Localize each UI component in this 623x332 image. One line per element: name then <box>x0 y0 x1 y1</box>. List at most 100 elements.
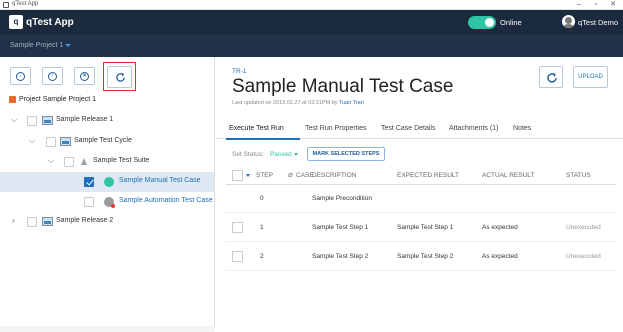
test-case-icon <box>104 177 114 187</box>
step-description: Sample Precondition <box>312 195 372 202</box>
app-header: q qTest App Online qTest Demo <box>0 10 623 35</box>
logo-mark: q <box>9 15 23 29</box>
upload-button[interactable]: UPLOAD <box>573 66 608 88</box>
test-run-id[interactable]: TR-1 <box>232 68 246 75</box>
download-icon: ↓ <box>16 72 25 81</box>
release-icon <box>42 217 53 226</box>
actual-result[interactable]: As expected <box>482 253 518 260</box>
tree-item-release-1[interactable]: ⌵ Sample Release 1 <box>0 111 214 131</box>
minimize-button[interactable]: – <box>573 0 585 9</box>
chevron-down-icon[interactable] <box>246 174 250 177</box>
project-selector[interactable]: Sample Project 1 <box>10 42 63 49</box>
tree-item-release-2[interactable]: › Sample Release 2 <box>0 212 214 232</box>
app-logo: q qTest App <box>9 15 74 29</box>
tree-checkbox[interactable] <box>64 157 74 167</box>
tree-item-label: Sample Release 1 <box>56 116 114 123</box>
tree-item-automation-test-case[interactable]: Sample Automation Test Case <box>0 192 214 212</box>
tree-checkbox[interactable] <box>27 217 37 227</box>
chevron-down-icon[interactable]: ⌵ <box>11 115 17 125</box>
tree-item-label: Sample Automation Test Case <box>119 197 213 204</box>
paperclip-icon: ⌀ <box>288 170 293 179</box>
refresh-button[interactable] <box>107 66 132 88</box>
chevron-down-icon[interactable]: ⌵ <box>29 136 35 146</box>
step-description: Sample Test Step 2 <box>312 253 369 260</box>
chevron-right-icon[interactable]: › <box>12 216 15 225</box>
tab-execute-test-run[interactable]: Execute Test Run <box>229 125 284 132</box>
detail-tabs: Execute Test Run Test Run Properties Tes… <box>216 119 623 139</box>
close-window-button[interactable]: ✕ <box>607 0 619 9</box>
tree-item-test-cycle[interactable]: ⌵ Sample Test Cycle <box>0 132 214 152</box>
page-title: Sample Manual Test Case <box>232 76 454 97</box>
expected-result: Sample Test Step 2 <box>397 253 454 260</box>
step-status[interactable]: Unexecuted <box>566 253 601 260</box>
column-header-status[interactable]: STATUS <box>566 172 591 179</box>
tree-item-label: Sample Test Cycle <box>74 137 132 144</box>
column-header-expected-result[interactable]: EXPECTED RESULT <box>397 172 459 179</box>
tree-checkbox[interactable] <box>46 137 56 147</box>
tree-item-label: Sample Manual Test Case <box>119 177 201 184</box>
chevron-down-icon[interactable] <box>294 153 298 156</box>
table-row[interactable]: 1 Sample Test Step 1 Sample Test Step 1 … <box>226 214 616 242</box>
column-header-actual-result[interactable]: ACTUAL RESULT <box>482 172 534 179</box>
actual-result[interactable]: As expected <box>482 224 518 231</box>
suite-icon <box>81 158 87 165</box>
tree-checkbox[interactable] <box>84 197 94 207</box>
column-header-description[interactable]: DESCRIPTION <box>312 172 356 179</box>
test-run-detail: TR-1 Sample Manual Test Case Last update… <box>216 57 623 332</box>
toggle-knob <box>485 18 494 27</box>
set-status-label: Set Status: <box>232 151 264 158</box>
window-title: qTest App <box>12 1 39 7</box>
table-row[interactable]: 0 Sample Precondition <box>226 185 616 213</box>
upload-results-button[interactable]: ↑ <box>42 67 63 85</box>
tree-item-test-suite[interactable]: ⌵ Sample Test Suite <box>0 152 214 172</box>
step-status[interactable]: Unexecuted <box>566 224 601 231</box>
tab-notes[interactable]: Notes <box>513 125 531 132</box>
app-icon <box>3 2 9 8</box>
chevron-down-icon[interactable]: ⌵ <box>48 156 54 166</box>
tree-checkbox[interactable] <box>27 116 37 126</box>
active-tab-indicator <box>226 138 300 140</box>
table-header: STEP ⌀ CASE DESCRIPTION EXPECTED RESULT … <box>226 166 616 185</box>
status-dropdown[interactable]: Passed <box>270 151 292 158</box>
project-root-label: Project Sample Project 1 <box>19 96 97 103</box>
project-root[interactable]: Project Sample Project 1 <box>9 96 96 103</box>
refresh-icon <box>116 72 125 82</box>
step-number: 1 <box>260 224 264 231</box>
tree-checkbox-checked[interactable] <box>84 177 94 187</box>
updated-by-link[interactable]: Tuan Tran <box>339 100 364 106</box>
user-name[interactable]: qTest Demo <box>578 18 618 27</box>
cycle-icon <box>60 137 71 146</box>
column-header-step[interactable]: STEP <box>256 172 273 179</box>
step-number: 2 <box>260 253 264 260</box>
refresh-test-run-button[interactable] <box>539 66 563 88</box>
window-titlebar: qTest App – ▫ ✕ <box>0 0 623 10</box>
mark-selected-steps-button[interactable]: MARK SELECTED STEPS <box>307 147 385 161</box>
project-icon <box>9 96 16 103</box>
tree-item-manual-test-case[interactable]: Sample Manual Test Case <box>0 172 214 192</box>
test-tree-panel: ↓ ↑ × Project Sample Project 1 ⌵ Sample … <box>0 57 215 332</box>
user-avatar-icon[interactable] <box>562 15 575 28</box>
online-toggle[interactable] <box>468 16 496 29</box>
automation-test-case-icon <box>104 197 115 208</box>
step-description: Sample Test Step 1 <box>312 224 369 231</box>
tab-test-case-details[interactable]: Test Case Details <box>381 125 435 132</box>
remove-button[interactable]: × <box>74 67 95 85</box>
tab-test-run-properties[interactable]: Test Run Properties <box>305 125 366 132</box>
release-icon <box>42 116 53 125</box>
download-button[interactable]: ↓ <box>10 67 31 85</box>
row-checkbox[interactable] <box>232 222 243 233</box>
online-label: Online <box>500 18 522 27</box>
logo-text: qTest App <box>26 16 74 28</box>
updated-text: Last updated on 2019.02.27 at 03:31PM by <box>232 100 338 106</box>
maximize-button[interactable]: ▫ <box>590 0 602 9</box>
refresh-icon <box>547 73 557 83</box>
last-updated: Last updated on 2019.02.27 at 03:31PM by… <box>232 100 364 106</box>
table-row[interactable]: 2 Sample Test Step 2 Sample Test Step 2 … <box>226 243 616 271</box>
tab-attachments[interactable]: Attachments (1) <box>449 125 498 132</box>
row-checkbox[interactable] <box>232 251 243 262</box>
chevron-down-icon[interactable] <box>65 44 71 47</box>
horizontal-scrollbar[interactable] <box>0 326 215 332</box>
step-number: 0 <box>260 195 264 202</box>
select-all-checkbox[interactable] <box>232 170 243 181</box>
remove-icon: × <box>80 72 89 81</box>
